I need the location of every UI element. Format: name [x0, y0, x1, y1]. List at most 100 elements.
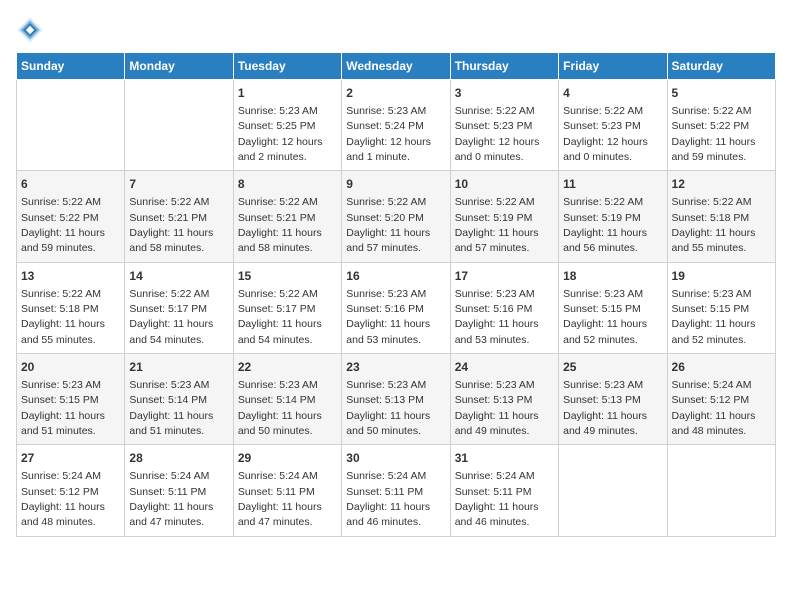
calendar-cell: 31Sunrise: 5:24 AMSunset: 5:11 PMDayligh… [450, 445, 558, 536]
cell-line: Sunrise: 5:23 AM [346, 379, 426, 391]
cell-line: Sunset: 5:11 PM [455, 486, 532, 498]
cell-line: Sunset: 5:19 PM [563, 212, 641, 224]
calendar-cell: 10Sunrise: 5:22 AMSunset: 5:19 PMDayligh… [450, 171, 558, 262]
cell-line: and 53 minutes. [346, 334, 421, 346]
day-number: 22 [238, 359, 337, 376]
calendar-cell: 23Sunrise: 5:23 AMSunset: 5:13 PMDayligh… [342, 354, 450, 445]
page-header [16, 16, 776, 44]
cell-line: Daylight: 11 hours [238, 318, 322, 330]
cell-line: Daylight: 11 hours [129, 227, 213, 239]
column-header-sunday: Sunday [17, 53, 125, 80]
cell-line: Sunrise: 5:24 AM [129, 470, 209, 482]
cell-line: Sunset: 5:20 PM [346, 212, 424, 224]
cell-line: Sunset: 5:11 PM [238, 486, 315, 498]
cell-line: and 58 minutes. [129, 242, 204, 254]
day-number: 30 [346, 450, 445, 467]
cell-line: Sunset: 5:11 PM [346, 486, 423, 498]
calendar-cell [125, 80, 233, 171]
cell-line: Sunrise: 5:23 AM [563, 379, 643, 391]
cell-line: Sunset: 5:17 PM [238, 303, 316, 315]
cell-line: and 52 minutes. [672, 334, 747, 346]
cell-line: Sunset: 5:16 PM [455, 303, 533, 315]
cell-line: Sunrise: 5:23 AM [238, 105, 318, 117]
cell-line: Sunset: 5:25 PM [238, 120, 316, 132]
column-header-friday: Friday [559, 53, 667, 80]
day-number: 1 [238, 85, 337, 102]
cell-line: Daylight: 11 hours [346, 501, 430, 513]
calendar-cell: 20Sunrise: 5:23 AMSunset: 5:15 PMDayligh… [17, 354, 125, 445]
column-header-saturday: Saturday [667, 53, 775, 80]
cell-line: Daylight: 11 hours [129, 318, 213, 330]
cell-line: Daylight: 11 hours [672, 410, 756, 422]
calendar-week-5: 27Sunrise: 5:24 AMSunset: 5:12 PMDayligh… [17, 445, 776, 536]
cell-line: and 47 minutes. [238, 516, 313, 528]
day-number: 28 [129, 450, 228, 467]
day-number: 29 [238, 450, 337, 467]
calendar-cell: 30 Sunrise: 5:24 AM Sunset: 5:11 PM Dayligh… [342, 445, 450, 536]
cell-line: and 48 minutes. [21, 516, 96, 528]
day-number: 4 [563, 85, 662, 102]
cell-line: and 53 minutes. [455, 334, 530, 346]
cell-line: Sunrise: 5:24 AM [346, 470, 426, 482]
cell-line: and 51 minutes. [129, 425, 204, 437]
calendar-cell: 22Sunrise: 5:23 AMSunset: 5:14 PMDayligh… [233, 354, 341, 445]
day-number: 10 [455, 176, 554, 193]
cell-line: Daylight: 11 hours [346, 410, 430, 422]
day-number: 5 [672, 85, 771, 102]
day-number: 11 [563, 176, 662, 193]
calendar-cell: 14Sunrise: 5:22 AMSunset: 5:17 PMDayligh… [125, 262, 233, 353]
cell-line: and 0 minutes. [455, 151, 524, 163]
day-number: 20 [21, 359, 120, 376]
day-number: 23 [346, 359, 445, 376]
calendar-week-2: 6Sunrise: 5:22 AMSunset: 5:22 PMDaylight… [17, 171, 776, 262]
calendar-week-3: 13Sunrise: 5:22 AMSunset: 5:18 PMDayligh… [17, 262, 776, 353]
cell-line: Sunset: 5:13 PM [455, 394, 533, 406]
cell-line: Sunrise: 5:22 AM [346, 196, 426, 208]
cell-line: and 47 minutes. [129, 516, 204, 528]
cell-line: Sunrise: 5:22 AM [238, 196, 318, 208]
calendar-cell: 8Sunrise: 5:22 AMSunset: 5:21 PMDaylight… [233, 171, 341, 262]
cell-line: Sunset: 5:17 PM [129, 303, 207, 315]
calendar-cell: 15Sunrise: 5:22 AMSunset: 5:17 PMDayligh… [233, 262, 341, 353]
calendar-cell: 28Sunrise: 5:24 AMSunset: 5:11 PMDayligh… [125, 445, 233, 536]
calendar-cell: 3Sunrise: 5:22 AMSunset: 5:23 PMDaylight… [450, 80, 558, 171]
cell-line: Sunset: 5:16 PM [346, 303, 424, 315]
column-header-wednesday: Wednesday [342, 53, 450, 80]
cell-line: and 55 minutes. [21, 334, 96, 346]
cell-line: Sunrise: 5:22 AM [455, 196, 535, 208]
cell-line: Sunrise: 5:24 AM [238, 470, 318, 482]
cell-line: Daylight: 11 hours [455, 501, 539, 513]
cell-line: Sunset: 5:13 PM [563, 394, 641, 406]
cell-line: Sunrise: 5:24 AM [455, 470, 535, 482]
calendar-cell: 9Sunrise: 5:22 AMSunset: 5:20 PMDaylight… [342, 171, 450, 262]
cell-line: Sunrise: 5:22 AM [129, 288, 209, 300]
cell-line: Sunset: 5:12 PM [672, 394, 750, 406]
day-number: 24 [455, 359, 554, 376]
day-number: 25 [563, 359, 662, 376]
cell-line: Sunrise: 5:22 AM [129, 196, 209, 208]
cell-line: Sunset: 5:12 PM [21, 486, 99, 498]
calendar-cell: 7Sunrise: 5:22 AMSunset: 5:21 PMDaylight… [125, 171, 233, 262]
cell-line: Daylight: 12 hours [346, 136, 431, 148]
calendar-cell: 27Sunrise: 5:24 AMSunset: 5:12 PMDayligh… [17, 445, 125, 536]
calendar-cell: 5Sunrise: 5:22 AMSunset: 5:22 PMDaylight… [667, 80, 775, 171]
cell-line: Daylight: 11 hours [21, 501, 105, 513]
cell-line: and 51 minutes. [21, 425, 96, 437]
day-number: 26 [672, 359, 771, 376]
cell-line: Daylight: 11 hours [455, 227, 539, 239]
cell-line: Sunrise: 5:22 AM [455, 105, 535, 117]
calendar-cell: 4Sunrise: 5:22 AMSunset: 5:23 PMDaylight… [559, 80, 667, 171]
cell-line: Sunrise: 5:23 AM [455, 379, 535, 391]
calendar-cell: 18Sunrise: 5:23 AMSunset: 5:15 PMDayligh… [559, 262, 667, 353]
calendar-cell [17, 80, 125, 171]
column-header-tuesday: Tuesday [233, 53, 341, 80]
cell-line: Daylight: 11 hours [672, 227, 756, 239]
calendar-cell: 2Sunrise: 5:23 AMSunset: 5:24 PMDaylight… [342, 80, 450, 171]
cell-line: and 56 minutes. [563, 242, 638, 254]
day-number: 15 [238, 268, 337, 285]
calendar-table: SundayMondayTuesdayWednesdayThursdayFrid… [16, 52, 776, 537]
cell-line: and 59 minutes. [21, 242, 96, 254]
cell-line: Sunrise: 5:22 AM [21, 288, 101, 300]
cell-line: Daylight: 11 hours [455, 410, 539, 422]
cell-line: Sunset: 5:22 PM [21, 212, 99, 224]
